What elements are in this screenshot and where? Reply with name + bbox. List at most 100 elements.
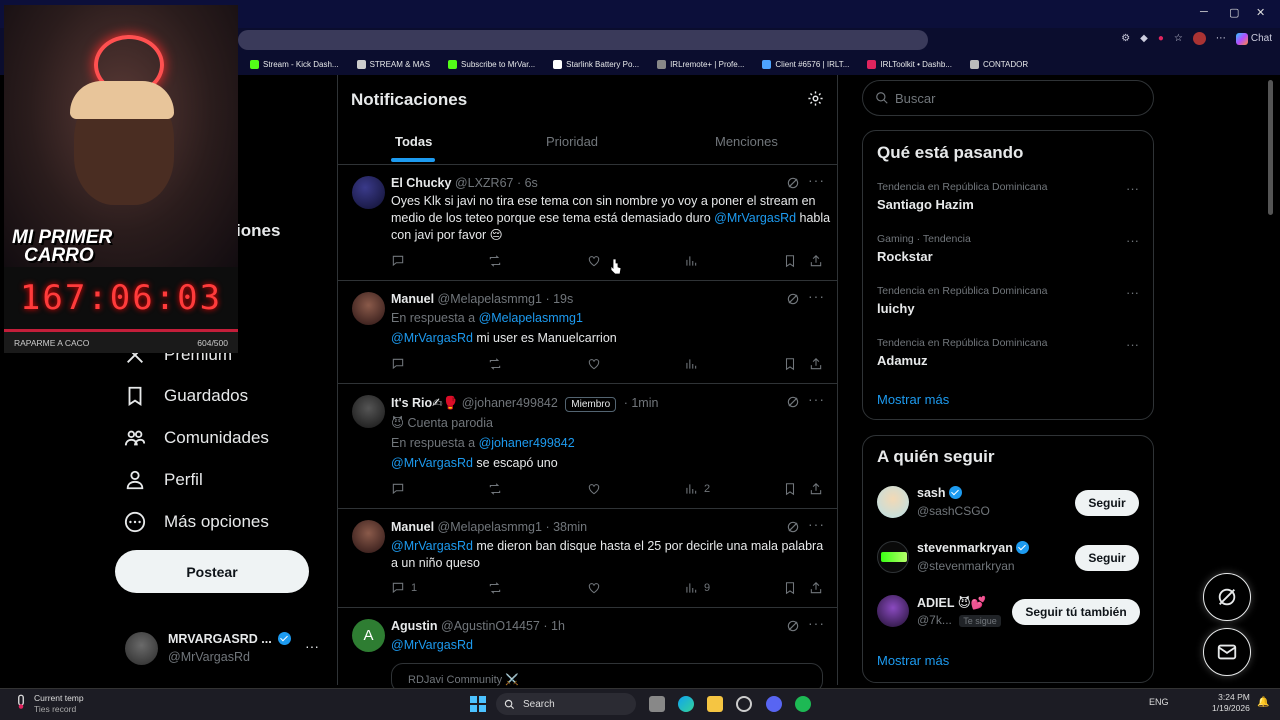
- mention-link[interactable]: @MrVargasRd: [391, 456, 473, 470]
- grok-explain-icon[interactable]: [786, 176, 800, 190]
- bookmark-item[interactable]: Subscribe to MrVar...: [448, 60, 535, 69]
- extension-icon[interactable]: ●: [1158, 33, 1164, 44]
- tweet-author-handle[interactable]: @LXZR67: [455, 176, 514, 190]
- avatar[interactable]: [352, 292, 385, 325]
- views-button[interactable]: [684, 254, 704, 268]
- tweet-time[interactable]: · 1min: [624, 396, 659, 410]
- avatar[interactable]: [352, 520, 385, 553]
- mention-link[interactable]: @MrVargasRd: [714, 211, 796, 225]
- share-button[interactable]: [809, 482, 823, 496]
- tweet-time[interactable]: · 38min: [545, 520, 587, 534]
- notification-bell-icon[interactable]: 🔔: [1257, 697, 1269, 708]
- tab-all[interactable]: Todas: [395, 134, 432, 149]
- repost-button[interactable]: [488, 254, 502, 268]
- mention-link[interactable]: @MrVargasRd: [391, 638, 473, 652]
- avatar[interactable]: A: [352, 619, 385, 652]
- mention-link[interactable]: @Melapelasmmg1: [479, 311, 583, 325]
- share-button[interactable]: [809, 581, 823, 595]
- file-explorer-icon[interactable]: [707, 696, 723, 712]
- nav-item-bookmarks[interactable]: Guardados: [124, 385, 248, 407]
- clock[interactable]: 3:24 PM 1/19/2026: [1212, 692, 1250, 714]
- bookmark-item[interactable]: Client #6576 | IRLT...: [762, 60, 849, 69]
- messages-button[interactable]: [1203, 628, 1251, 676]
- grok-explain-icon[interactable]: [786, 520, 800, 534]
- follow-back-button[interactable]: Seguir tú también: [1012, 599, 1140, 625]
- post-button[interactable]: Postear: [115, 550, 309, 593]
- close-icon[interactable]: ✕: [1256, 6, 1265, 19]
- share-button[interactable]: [809, 357, 823, 371]
- tweet-author-name[interactable]: It's Rio✍🥊: [391, 396, 458, 410]
- grok-explain-icon[interactable]: [786, 619, 800, 633]
- bookmark-button[interactable]: [783, 581, 797, 595]
- nav-item-partial-label[interactable]: iones: [236, 221, 280, 241]
- tweet-time[interactable]: · 1h: [543, 619, 565, 633]
- trend-more-icon[interactable]: ···: [1126, 233, 1139, 248]
- tab-priority[interactable]: Prioridad: [546, 134, 598, 149]
- search-box[interactable]: [862, 80, 1154, 116]
- tweet-author-handle[interactable]: @Melapelasmmg1: [438, 520, 542, 534]
- profile-avatar[interactable]: [1192, 32, 1206, 45]
- like-button[interactable]: [587, 581, 601, 595]
- like-button[interactable]: [587, 482, 601, 496]
- tweet-more-icon[interactable]: ···: [808, 172, 825, 188]
- extension-icon[interactable]: ⚙: [1121, 33, 1130, 44]
- tweet-more-icon[interactable]: ···: [808, 516, 825, 532]
- reply-button[interactable]: 1: [391, 581, 417, 595]
- extension-icon[interactable]: ◆: [1140, 33, 1148, 44]
- task-view-icon[interactable]: [649, 696, 665, 712]
- repost-button[interactable]: [488, 357, 502, 371]
- like-button[interactable]: [587, 254, 601, 268]
- show-more-link[interactable]: Mostrar más: [877, 392, 949, 407]
- taskbar-search[interactable]: Search: [496, 693, 636, 715]
- windows-start-icon[interactable]: [470, 696, 486, 712]
- bookmark-item[interactable]: STREAM & MAS: [356, 60, 430, 69]
- weather-icon[interactable]: [12, 693, 30, 711]
- views-button[interactable]: 2: [684, 482, 710, 496]
- account-switcher[interactable]: MRVARGASRD ... @MrVargasRd ···: [125, 632, 325, 668]
- minimize-icon[interactable]: ─: [1200, 6, 1208, 18]
- weather-widget[interactable]: Current temp Ties record: [34, 693, 84, 715]
- nav-item-communities[interactable]: Comunidades: [124, 427, 269, 449]
- bookmark-button[interactable]: [783, 482, 797, 496]
- tweet-author-name[interactable]: Manuel: [391, 520, 434, 534]
- tweet-author-name[interactable]: Manuel: [391, 292, 434, 306]
- trend-more-icon[interactable]: ···: [1126, 337, 1139, 352]
- account-more-icon[interactable]: ···: [305, 638, 319, 654]
- views-button[interactable]: 9: [684, 581, 710, 595]
- tweet-author-handle[interactable]: @AgustinO14457: [441, 619, 540, 633]
- bookmark-button[interactable]: [783, 254, 797, 268]
- mention-link[interactable]: @MrVargasRd: [391, 539, 473, 553]
- bookmark-item[interactable]: Stream - Kick Dash...: [250, 60, 339, 69]
- tweet-more-icon[interactable]: ···: [808, 288, 825, 304]
- follow-button[interactable]: Seguir: [1075, 490, 1139, 516]
- nav-item-more-options[interactable]: Más opciones: [124, 511, 269, 533]
- reply-button[interactable]: [391, 254, 411, 268]
- scrollbar-thumb[interactable]: [1268, 80, 1273, 215]
- menu-icon[interactable]: ⋯: [1216, 33, 1226, 44]
- tab-mentions[interactable]: Menciones: [715, 134, 778, 149]
- repost-button[interactable]: [488, 482, 502, 496]
- follow-button[interactable]: Seguir: [1075, 545, 1139, 571]
- tweet-time[interactable]: · 6s: [517, 176, 538, 190]
- like-button[interactable]: [587, 357, 601, 371]
- tweet-author-name[interactable]: El Chucky: [391, 176, 451, 190]
- tweet-more-icon[interactable]: ···: [808, 391, 825, 407]
- bookmark-item[interactable]: CONTADOR: [969, 60, 1028, 69]
- address-bar[interactable]: [238, 30, 928, 50]
- language-indicator[interactable]: ENG: [1149, 697, 1169, 707]
- favorites-icon[interactable]: ☆: [1174, 33, 1183, 44]
- avatar[interactable]: [352, 395, 385, 428]
- trend-more-icon[interactable]: ···: [1126, 285, 1139, 300]
- tweet-author-handle[interactable]: @johaner499842: [462, 396, 558, 410]
- copilot-chat-button[interactable]: Chat: [1235, 32, 1272, 45]
- reply-button[interactable]: [391, 357, 411, 371]
- repost-button[interactable]: [488, 581, 502, 595]
- grok-explain-icon[interactable]: [786, 395, 800, 409]
- nav-item-profile[interactable]: Perfil: [124, 469, 203, 491]
- tweet-author-name[interactable]: Agustin: [391, 619, 438, 633]
- maximize-icon[interactable]: ▢: [1229, 6, 1239, 19]
- mention-link[interactable]: @johaner499842: [479, 436, 575, 450]
- discord-icon[interactable]: [766, 696, 782, 712]
- tweet-more-icon[interactable]: ···: [808, 615, 825, 631]
- tweet-time[interactable]: · 19s: [545, 292, 573, 306]
